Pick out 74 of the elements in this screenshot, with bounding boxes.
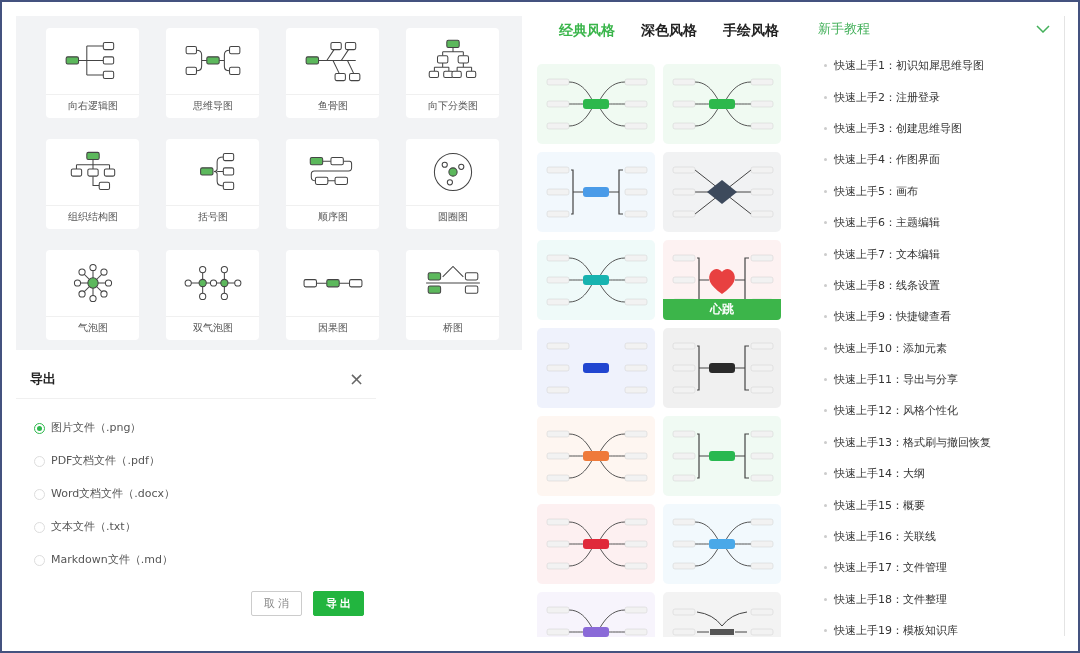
format-option[interactable]: Word文档文件（.docx）	[34, 485, 376, 503]
dialog-title: 导出	[30, 370, 56, 388]
chevron-icon	[1036, 25, 1050, 33]
tutorial-link[interactable]: 快速上手18：文件整理	[834, 591, 947, 607]
template-thumbnail[interactable]	[663, 328, 781, 408]
tutorial-link[interactable]: 快速上手2：注册登录	[834, 89, 940, 105]
format-label: Markdown文件（.md）	[51, 552, 173, 568]
tutorial-link[interactable]: 快速上手15：概要	[834, 497, 925, 513]
style-tab[interactable]: 深色风格	[641, 22, 697, 54]
cancel-button[interactable]: 取 消	[251, 591, 302, 616]
diagram-type-card[interactable]: 顺序图	[286, 139, 379, 229]
diagram-type-card[interactable]: 向下分类图	[406, 28, 499, 118]
tutorial-link[interactable]: 快速上手13：格式刷与撤回恢复	[834, 434, 991, 450]
tutorial-link[interactable]: 快速上手14：大纲	[834, 466, 925, 482]
template-thumbnail[interactable]	[663, 64, 781, 144]
format-option[interactable]: PDF文档文件（.pdf）	[34, 452, 376, 470]
format-option[interactable]: 文本文件（.txt）	[34, 518, 376, 536]
diagram-type-label: 鱼骨图	[286, 94, 379, 117]
tutorial-link[interactable]: 快速上手7：文本编辑	[834, 246, 940, 262]
diagram-type-card[interactable]: 因果图	[286, 250, 379, 340]
diagram-type-card[interactable]: 鱼骨图	[286, 28, 379, 118]
cause-diagram-icon	[301, 277, 364, 289]
diagram-type-card[interactable]: 桥图	[406, 250, 499, 340]
tutorial-link[interactable]: 快速上手9：快捷键查看	[834, 309, 951, 325]
template-thumbnail[interactable]	[663, 416, 781, 496]
tutorial-link[interactable]: 快速上手11：导出与分享	[834, 372, 958, 388]
radio-button[interactable]	[34, 422, 45, 434]
diagram-type-card[interactable]: 向右逻辑图	[46, 28, 139, 118]
tutorial-link[interactable]: 快速上手10：添加元素	[834, 340, 947, 356]
tutorial-link[interactable]: 快速上手17：文件管理	[834, 560, 947, 576]
format-label: PDF文档文件（.pdf）	[51, 453, 160, 469]
diagram-type-card[interactable]: 括号图	[166, 139, 259, 229]
tutorial-link[interactable]: 快速上手12：风格个性化	[834, 403, 958, 419]
format-option[interactable]: Markdown文件（.md）	[34, 551, 376, 569]
template-thumbnail[interactable]	[663, 504, 781, 584]
template-thumbnail[interactable]	[663, 152, 781, 232]
template-thumbnail[interactable]	[537, 504, 655, 584]
tutorial-link[interactable]: 快速上手1：初识知犀思维导图	[834, 58, 984, 74]
format-label: Word文档文件（.docx）	[51, 486, 176, 502]
diagram-type-card[interactable]: 双气泡图	[166, 250, 259, 340]
diagram-type-label: 组织结构图	[46, 205, 139, 228]
diagram-type-label: 思维导图	[166, 94, 259, 117]
template-thumbnail[interactable]	[537, 240, 655, 320]
tutorial-link[interactable]: 快速上手3：创建思维导图	[834, 120, 962, 136]
format-option[interactable]: 图片文件（.png）	[34, 419, 376, 437]
diagram-type-label: 括号图	[166, 205, 259, 228]
tutorial-link[interactable]: 快速上手6：主题编辑	[834, 215, 940, 231]
diagram-type-card[interactable]: 气泡图	[46, 250, 139, 340]
style-tab[interactable]: 手绘风格	[723, 22, 779, 54]
template-thumbnail[interactable]	[537, 416, 655, 496]
template-thumbnail[interactable]	[537, 328, 655, 408]
diagram-type-card[interactable]: 组织结构图	[46, 139, 139, 229]
template-thumbnail[interactable]	[537, 152, 655, 232]
tutorial-link[interactable]: 快速上手19：模板知识库	[834, 623, 958, 639]
template-banner: 心跳	[663, 299, 781, 320]
diagram-type-label: 桥图	[406, 316, 499, 339]
template-thumbnail[interactable]	[663, 240, 781, 299]
diagram-type-card[interactable]: 圆圈图	[406, 139, 499, 229]
diagram-type-label: 圆圈图	[406, 205, 499, 228]
tutorial-link[interactable]: 快速上手4：作图界面	[834, 152, 940, 168]
diagram-type-card[interactable]: 思维导图	[166, 28, 259, 118]
diagram-type-label: 双气泡图	[166, 316, 259, 339]
format-label: 图片文件（.png）	[51, 420, 142, 436]
diagram-type-label: 顺序图	[286, 205, 379, 228]
diagram-type-label: 气泡图	[46, 316, 139, 339]
template-thumbnail[interactable]	[537, 64, 655, 144]
tutorial-link[interactable]: 快速上手5：画布	[834, 183, 918, 199]
diagram-type-label: 因果图	[286, 316, 379, 339]
close-button[interactable]: ×	[348, 370, 364, 388]
tutorial-link[interactable]: 快速上手8：线条设置	[834, 277, 940, 293]
diagram-type-label: 向下分类图	[406, 94, 499, 117]
tutorial-link[interactable]: 快速上手16：关联线	[834, 529, 936, 545]
diagram-type-label: 向右逻辑图	[46, 94, 139, 117]
format-label: 文本文件（.txt）	[51, 519, 136, 535]
